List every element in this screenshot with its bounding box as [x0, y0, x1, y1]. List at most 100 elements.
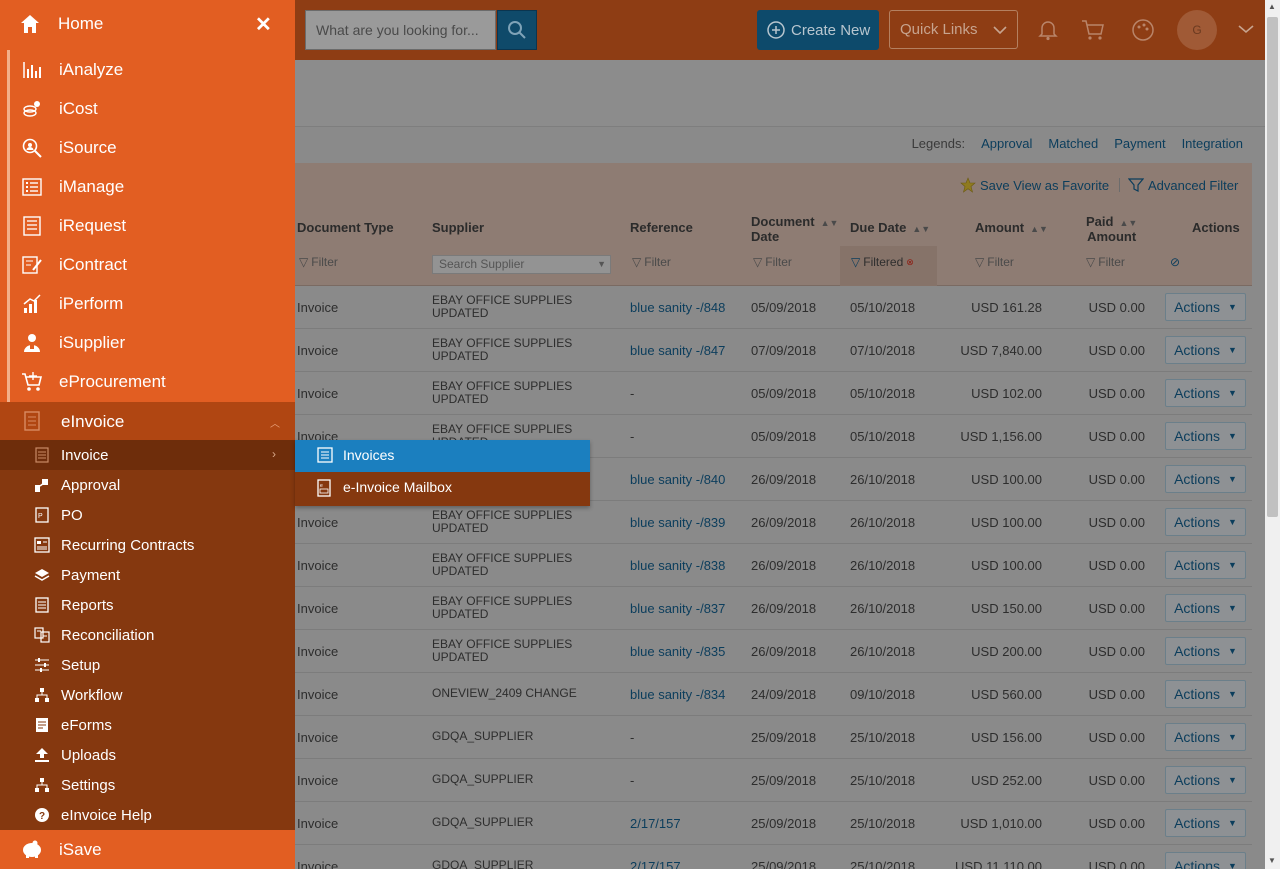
sidebar-home[interactable]: Home — [0, 0, 295, 48]
cell-paid-amount: USD 0.00 — [1088, 644, 1145, 659]
filter-due-date[interactable]: ▽ Filtered ⊗ — [851, 255, 914, 269]
cell-paid-amount: USD 0.00 — [1088, 601, 1145, 616]
col-document-date[interactable]: Document ▲▼ Date — [751, 215, 838, 243]
sidebar-item-imanage[interactable]: iManage — [0, 167, 295, 206]
legend-matched[interactable]: Matched — [1048, 136, 1098, 151]
actions-dropdown-button[interactable]: Actions ▼ — [1165, 680, 1246, 708]
filter-amount[interactable]: ▽ Filter — [975, 255, 1014, 269]
svg-text:e: e — [320, 483, 323, 489]
submenu-item-invoice[interactable]: Invoice › — [0, 440, 295, 470]
actions-dropdown-button[interactable]: Actions ▼ — [1165, 809, 1246, 837]
actions-dropdown-button[interactable]: Actions ▼ — [1165, 293, 1246, 321]
actions-dropdown-button[interactable]: Actions ▼ — [1165, 336, 1246, 364]
global-search-input[interactable]: What are you looking for... — [305, 10, 496, 50]
create-new-button[interactable]: Create New — [757, 10, 879, 50]
filter-document-date[interactable]: ▽ Filter — [753, 255, 792, 269]
flyout-item-invoices[interactable]: Invoices — [295, 440, 590, 472]
flyout-item-einvoice-mailbox[interactable]: e e-Invoice Mailbox — [295, 472, 590, 504]
filter-icon: ▽ — [975, 255, 985, 269]
cart-icon[interactable] — [1081, 18, 1105, 42]
cell-due-date: 25/10/2018 — [850, 816, 916, 831]
col-amount[interactable]: Amount ▲▼ — [975, 221, 1048, 236]
clear-filter-icon[interactable]: ⊗ — [906, 257, 914, 268]
sidebar-item-isource[interactable]: iSource — [0, 128, 295, 167]
notification-bell-icon[interactable] — [1036, 18, 1060, 42]
submenu-item-einvoice-help[interactable]: ? eInvoice Help — [0, 800, 295, 830]
sidebar-item-iperform[interactable]: iPerform — [0, 284, 295, 323]
actions-dropdown-button[interactable]: Actions ▼ — [1165, 852, 1246, 869]
filter-icon: ▽ — [1086, 255, 1096, 269]
user-avatar[interactable]: G — [1177, 10, 1217, 50]
submenu-item-settings[interactable]: Settings — [0, 770, 295, 800]
cell-reference[interactable]: blue sanity -/840 — [630, 472, 725, 487]
submenu-item-reports[interactable]: Reports — [0, 590, 295, 620]
sidebar-item-isave[interactable]: iSave — [0, 830, 295, 869]
actions-dropdown-button[interactable]: Actions ▼ — [1165, 637, 1246, 665]
palette-icon[interactable] — [1131, 18, 1155, 42]
submenu-item-reconciliation[interactable]: Reconciliation — [0, 620, 295, 650]
close-icon[interactable]: ✕ — [255, 12, 272, 37]
sidebar-item-einvoice[interactable]: eInvoice ︿ — [0, 402, 295, 440]
submenu-item-uploads[interactable]: Uploads — [0, 740, 295, 770]
scroll-down-arrow-icon[interactable]: ▼ — [1268, 856, 1276, 865]
cell-reference[interactable]: blue sanity -/834 — [630, 687, 725, 702]
cell-reference[interactable]: blue sanity -/837 — [630, 601, 725, 616]
submenu-item-payment[interactable]: Payment — [0, 560, 295, 590]
legend-payment[interactable]: Payment — [1114, 136, 1165, 151]
col-supplier[interactable]: Supplier — [432, 221, 484, 234]
search-button[interactable] — [497, 10, 537, 50]
cell-reference[interactable]: 2/17/157 — [630, 816, 681, 831]
save-view-favorite-button[interactable]: Save View as Favorite — [960, 177, 1109, 193]
cell-due-date: 26/10/2018 — [850, 644, 916, 659]
legend-integration[interactable]: Integration — [1182, 136, 1243, 151]
submenu-item-recurring-contracts[interactable]: Recurring Contracts — [0, 530, 295, 560]
reports-icon — [34, 597, 50, 613]
col-paid-amount[interactable]: Paid ▲▼ Amount — [1086, 215, 1137, 243]
caret-down-icon: ▼ — [1228, 818, 1237, 828]
actions-dropdown-button[interactable]: Actions ▼ — [1165, 766, 1246, 794]
quick-links-dropdown[interactable]: Quick Links — [889, 10, 1018, 49]
cell-reference[interactable]: blue sanity -/848 — [630, 300, 725, 315]
submenu-item-label: Payment — [61, 567, 121, 584]
actions-dropdown-button[interactable]: Actions ▼ — [1165, 422, 1246, 450]
actions-dropdown-button[interactable]: Actions ▼ — [1165, 379, 1246, 407]
submenu-item-approval[interactable]: Approval — [0, 470, 295, 500]
sidebar-item-icontract[interactable]: iContract — [0, 245, 295, 284]
cell-amount: USD 200.00 — [971, 644, 1042, 659]
sidebar-item-irequest[interactable]: iRequest — [0, 206, 295, 245]
submenu-item-eforms[interactable]: eForms — [0, 710, 295, 740]
scrollbar-thumb[interactable] — [1267, 17, 1278, 517]
filter-reference[interactable]: ▽ Filter — [632, 255, 671, 269]
advanced-filter-button[interactable]: Advanced Filter — [1128, 177, 1238, 193]
actions-dropdown-button[interactable]: Actions ▼ — [1165, 594, 1246, 622]
cell-reference[interactable]: 2/17/157 — [630, 859, 681, 869]
payment-icon — [34, 567, 50, 583]
actions-dropdown-button[interactable]: Actions ▼ — [1165, 723, 1246, 751]
search-supplier-select[interactable]: Search Supplier ▼ — [432, 255, 611, 274]
col-document-type[interactable]: Document Type — [297, 221, 394, 234]
cell-reference: - — [630, 429, 635, 444]
cell-reference[interactable]: blue sanity -/835 — [630, 644, 725, 659]
legend-approval[interactable]: Approval — [981, 136, 1032, 151]
user-menu-chevron-icon[interactable] — [1238, 22, 1254, 37]
cell-reference[interactable]: blue sanity -/847 — [630, 343, 725, 358]
scroll-up-arrow-icon[interactable]: ▲ — [1268, 2, 1276, 11]
cell-reference[interactable]: blue sanity -/839 — [630, 515, 725, 530]
cell-reference[interactable]: blue sanity -/838 — [630, 558, 725, 573]
col-due-date[interactable]: Due Date ▲▼ — [850, 221, 930, 236]
submenu-item-setup[interactable]: Setup — [0, 650, 295, 680]
sidebar-item-icost[interactable]: iCost — [0, 89, 295, 128]
filter-paid-amount[interactable]: ▽ Filter — [1086, 255, 1125, 269]
submenu-item-workflow[interactable]: Workflow — [0, 680, 295, 710]
filter-document-type[interactable]: ▽ Filter — [299, 255, 338, 269]
actions-dropdown-button[interactable]: Actions ▼ — [1165, 508, 1246, 536]
actions-dropdown-button[interactable]: Actions ▼ — [1165, 465, 1246, 493]
sidebar-item-ianalyze[interactable]: iAnalyze — [0, 50, 295, 89]
cell-supplier-line2: UPDATED — [432, 650, 489, 664]
sidebar-item-eprocurement[interactable]: eProcurement — [0, 362, 295, 401]
col-reference[interactable]: Reference — [630, 221, 693, 234]
clear-all-filters-icon[interactable]: ⊘ — [1170, 255, 1180, 269]
sidebar-item-isupplier[interactable]: iSupplier — [0, 323, 295, 362]
actions-dropdown-button[interactable]: Actions ▼ — [1165, 551, 1246, 579]
submenu-item-po[interactable]: P PO — [0, 500, 295, 530]
